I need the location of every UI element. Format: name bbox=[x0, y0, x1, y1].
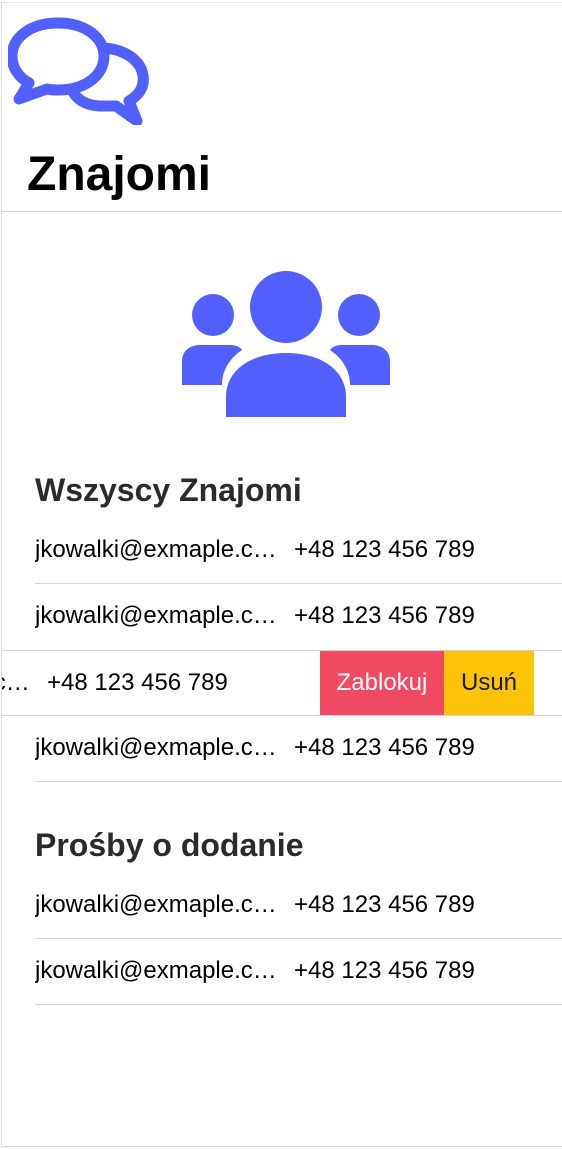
friend-row-swiped[interactable]: jkowalki@exmaple.com +48 123 456 789 Zab… bbox=[2, 650, 562, 716]
request-phone: +48 123 456 789 bbox=[294, 891, 475, 918]
block-button[interactable]: Zablokuj bbox=[320, 651, 444, 715]
app-screen: Znajomi Wszyscy Znajomi jkowalki@exmaple… bbox=[1, 2, 562, 1147]
section-title-all-friends: Wszyscy Znajomi bbox=[35, 472, 302, 508]
all-friends-list: jkowalki@exmaple.com +48 123 456 789 jko… bbox=[2, 518, 562, 782]
friend-row[interactable]: jkowalki@exmaple.com +48 123 456 789 bbox=[35, 518, 562, 584]
page-title: Znajomi bbox=[27, 148, 212, 201]
friend-email: jkowalki@exmaple.com bbox=[2, 669, 36, 696]
remove-button[interactable]: Usuń bbox=[444, 651, 534, 715]
friend-email: jkowalki@exmaple.com bbox=[35, 602, 283, 629]
request-phone: +48 123 456 789 bbox=[294, 957, 475, 984]
request-row[interactable]: jkowalki@exmaple.com +48 123 456 789 bbox=[35, 939, 562, 1005]
request-email: jkowalki@exmaple.com bbox=[35, 957, 283, 984]
chat-bubbles-icon bbox=[8, 17, 149, 125]
friend-email: jkowalki@exmaple.com bbox=[35, 536, 283, 563]
friend-phone: +48 123 456 789 bbox=[47, 669, 228, 696]
friend-requests-list: jkowalki@exmaple.com +48 123 456 789 jko… bbox=[35, 873, 562, 1005]
friend-row[interactable]: jkowalki@exmaple.com +48 123 456 789 bbox=[35, 584, 562, 650]
friend-phone: +48 123 456 789 bbox=[294, 602, 475, 629]
friend-phone: +48 123 456 789 bbox=[294, 536, 475, 563]
header-divider bbox=[2, 211, 562, 212]
friend-row[interactable]: jkowalki@exmaple.com +48 123 456 789 bbox=[35, 716, 562, 782]
friend-email: jkowalki@exmaple.com bbox=[35, 734, 283, 761]
section-title-requests: Prośby o dodanie bbox=[35, 827, 304, 863]
friends-group-icon bbox=[182, 271, 390, 419]
request-row[interactable]: jkowalki@exmaple.com +48 123 456 789 bbox=[35, 873, 562, 939]
friend-phone: +48 123 456 789 bbox=[294, 734, 475, 761]
request-email: jkowalki@exmaple.com bbox=[35, 891, 283, 918]
